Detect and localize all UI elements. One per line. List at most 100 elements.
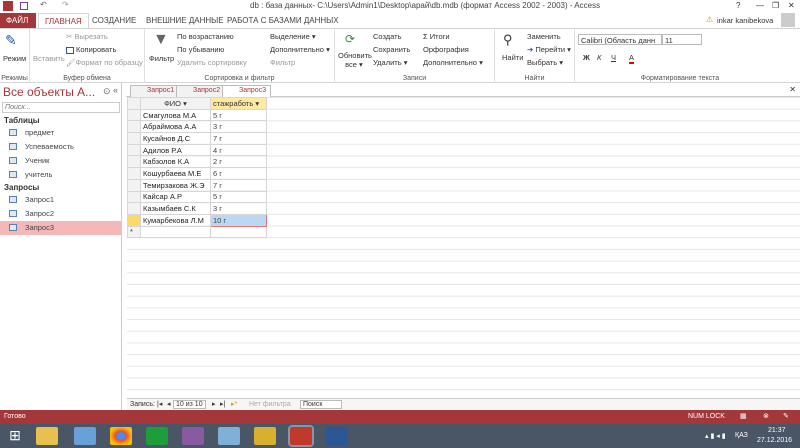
- clock-date[interactable]: 27.12.2016: [757, 437, 792, 444]
- store-icon[interactable]: [146, 427, 168, 445]
- tab-database-tools[interactable]: РАБОТА С БАЗАМИ ДАННЫХ: [221, 13, 345, 28]
- datasheet-view-icon[interactable]: ▦: [740, 412, 747, 420]
- row-selector[interactable]: [127, 132, 141, 145]
- format-painter-button[interactable]: 🖌Формат по образцу: [66, 58, 143, 67]
- row-selector[interactable]: [127, 108, 141, 122]
- group-queries[interactable]: Запросы: [4, 183, 39, 192]
- nav-item-uchitel[interactable]: учитель: [0, 168, 121, 182]
- nav-item-uspevaemost[interactable]: Успеваемость: [0, 140, 121, 154]
- column-header-staj[interactable]: стажработь ▾: [210, 97, 267, 110]
- bold-button[interactable]: Ж: [583, 53, 590, 62]
- font-name-select[interactable]: Calibri (Область данн: [578, 34, 662, 45]
- underline-button[interactable]: Ч: [611, 53, 616, 62]
- sort-desc-button[interactable]: По убыванию: [177, 45, 224, 54]
- more-records-button[interactable]: Дополнительно ▾: [423, 58, 483, 67]
- column-header-fio[interactable]: ФИО ▾: [140, 97, 211, 110]
- row-selector[interactable]: [127, 178, 141, 192]
- record-position-input[interactable]: 10 из 10: [173, 400, 206, 409]
- nav-item-query3[interactable]: Запрос3: [0, 221, 121, 235]
- refresh-all-button[interactable]: Обновить все ▾: [338, 51, 372, 69]
- nav-menu-icon[interactable]: ⊙: [103, 86, 111, 97]
- close-document-icon[interactable]: ✕: [789, 85, 796, 94]
- user-name[interactable]: inkar kanibekova: [717, 16, 773, 25]
- table-row[interactable]: Кайсар А.Р 5 г: [127, 190, 267, 204]
- toggle-filter-button[interactable]: Фильтр: [270, 58, 295, 67]
- find-button[interactable]: Найти: [502, 53, 523, 62]
- control-panel-icon[interactable]: [74, 427, 96, 445]
- tab-external-data[interactable]: ВНЕШНИЕ ДАННЫЕ: [140, 13, 230, 28]
- totals-button[interactable]: Σ Итоги: [423, 32, 450, 41]
- new-row-selector[interactable]: *: [127, 225, 141, 239]
- word-icon[interactable]: [326, 427, 348, 445]
- delete-record-button[interactable]: Удалить ▾: [373, 58, 407, 67]
- nav-title[interactable]: Все объекты A...: [3, 85, 95, 99]
- table-row[interactable]: Казымбаев С.К 3 г: [127, 202, 267, 215]
- selection-button[interactable]: Выделение ▾: [270, 32, 316, 41]
- table-row[interactable]: Кошурбаева М.Е 6 г: [127, 167, 267, 180]
- cell-staj[interactable]: 2 г: [210, 155, 267, 169]
- table-row[interactable]: Кабзолов К.А 2 г: [127, 155, 267, 169]
- row-selector[interactable]: [127, 120, 141, 134]
- row-selector[interactable]: [127, 213, 141, 227]
- group-tables[interactable]: Таблицы: [4, 116, 40, 125]
- cell-fio[interactable]: Кошурбаева М.Е: [140, 167, 211, 180]
- last-record-button[interactable]: ▸|: [220, 400, 225, 408]
- prev-record-button[interactable]: ◂: [167, 400, 171, 408]
- tray-icons[interactable]: ▴ ▮ ◂ ▮: [705, 432, 726, 440]
- cell-fio[interactable]: Абраймова А.А: [140, 120, 211, 134]
- nav-item-query2[interactable]: Запрос2: [0, 207, 121, 221]
- help-button[interactable]: ?: [736, 1, 740, 10]
- cell-fio[interactable]: Кайсар А.Р: [140, 190, 211, 204]
- table-row[interactable]: Адилов Р.А 4 г: [127, 143, 267, 157]
- sort-asc-button[interactable]: По возрастанию: [177, 32, 234, 41]
- record-search-input[interactable]: Поиск: [300, 400, 342, 409]
- table-row[interactable]: Кусайнов Д.С 7 г: [127, 132, 267, 145]
- cell-fio[interactable]: Адилов Р.А: [140, 143, 211, 157]
- close-button[interactable]: ✕: [788, 1, 795, 10]
- view-button[interactable]: Режим: [3, 54, 26, 63]
- cell-fio[interactable]: Кабзолов К.А: [140, 155, 211, 169]
- goto-button[interactable]: ➔ Перейти ▾: [527, 45, 571, 54]
- next-record-button[interactable]: ▸: [212, 400, 216, 408]
- cut-button[interactable]: ✂ Вырезать: [66, 32, 108, 41]
- new-record-nav-button[interactable]: ▸*: [231, 400, 237, 408]
- no-filter-button[interactable]: Нет фильтра: [249, 401, 291, 408]
- italic-button[interactable]: К: [597, 53, 601, 62]
- font-color-button[interactable]: A: [629, 53, 635, 64]
- table-row[interactable]: Кумарбекова Л.М 10 г: [127, 213, 267, 227]
- select-button[interactable]: Выбрать ▾: [527, 58, 563, 67]
- sql-view-icon[interactable]: ⊗: [763, 412, 769, 420]
- table-row[interactable]: Абраймова А.А 3 г: [127, 120, 267, 134]
- access-taskbar-icon[interactable]: [288, 425, 314, 447]
- cell-staj[interactable]: [210, 225, 267, 239]
- first-record-button[interactable]: |◂: [157, 400, 162, 408]
- table-row[interactable]: Темирзакова Ж.Э 7 г: [127, 178, 267, 192]
- save-record-button[interactable]: Сохранить: [373, 45, 410, 54]
- remove-sort-button[interactable]: Удалить сортировку: [177, 58, 247, 67]
- row-selector[interactable]: [127, 143, 141, 157]
- cell-fio[interactable]: Казымбаев С.К: [140, 202, 211, 215]
- advanced-filter-button[interactable]: Дополнительно ▾: [270, 45, 330, 54]
- select-all[interactable]: [127, 97, 141, 110]
- row-selector[interactable]: [127, 155, 141, 169]
- cell-fio[interactable]: Кумарбекова Л.М: [140, 213, 211, 227]
- app-7-icon[interactable]: [254, 427, 276, 445]
- cell-staj[interactable]: 10 г: [210, 213, 267, 227]
- cell-fio[interactable]: Смагулова М.А: [140, 108, 211, 122]
- new-record-button[interactable]: Создать: [373, 32, 402, 41]
- filter-button[interactable]: Фильтр: [149, 54, 174, 63]
- tab-file[interactable]: ФАЙЛ: [0, 13, 36, 28]
- copy-button[interactable]: Копировать: [66, 45, 116, 54]
- redo-icon[interactable]: ↷: [62, 0, 69, 9]
- cell-staj[interactable]: 6 г: [210, 167, 267, 180]
- chrome-icon[interactable]: [110, 427, 132, 445]
- nav-search-input[interactable]: [2, 102, 120, 113]
- avatar[interactable]: [781, 13, 795, 27]
- search-app-icon[interactable]: [218, 427, 240, 445]
- restore-button[interactable]: ❐: [772, 1, 779, 10]
- cell-fio[interactable]: Кусайнов Д.С: [140, 132, 211, 145]
- font-size-select[interactable]: 11: [662, 34, 702, 45]
- undo-icon[interactable]: ↶: [40, 0, 47, 9]
- save-icon[interactable]: [20, 2, 28, 10]
- doc-tab-query1[interactable]: Запрос1: [130, 85, 180, 97]
